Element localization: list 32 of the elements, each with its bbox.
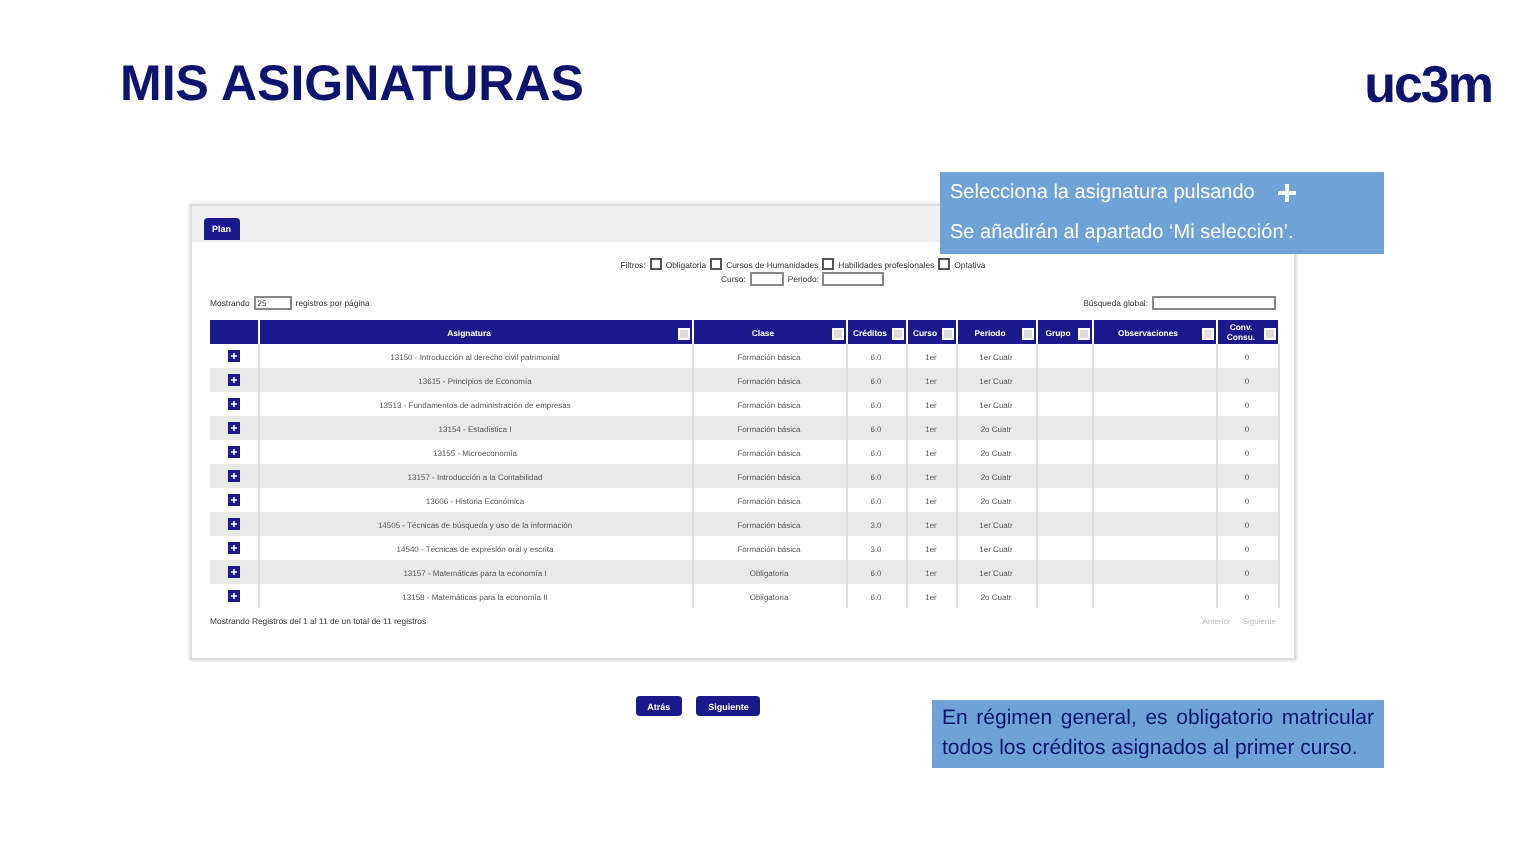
add-button[interactable]: [227, 566, 240, 578]
sort-icon[interactable]: [1077, 328, 1089, 340]
add-button[interactable]: [227, 446, 240, 458]
plus-icon: [1278, 183, 1297, 202]
callout-note: En régimen general, es obligatorio matricular todos los créditos asignados al primer curso.: [932, 700, 1384, 769]
add-button[interactable]: [227, 398, 240, 410]
slide-title: MIS ASIGNATURAS: [120, 55, 584, 113]
search-field[interactable]: [1152, 296, 1276, 310]
add-button[interactable]: [227, 518, 240, 530]
checkbox[interactable]: [649, 258, 662, 270]
sort-icon[interactable]: [891, 328, 903, 340]
add-button[interactable]: [227, 590, 240, 602]
sort-icon[interactable]: [831, 328, 843, 340]
logo: uc3m: [1364, 53, 1492, 115]
callout-text: Selecciona la asignatura pulsando: [950, 181, 1255, 204]
add-button[interactable]: [227, 542, 240, 554]
sort-icon[interactable]: [1201, 328, 1213, 340]
add-button[interactable]: [227, 470, 240, 482]
sort-icon[interactable]: [1263, 328, 1275, 340]
sort-icon[interactable]: [677, 328, 689, 340]
periodo-select[interactable]: [822, 272, 885, 286]
checkbox[interactable]: [822, 258, 835, 270]
sort-icon[interactable]: [1021, 328, 1033, 340]
add-button[interactable]: [227, 374, 240, 386]
checkbox[interactable]: [938, 258, 951, 270]
add-button[interactable]: [227, 422, 240, 434]
callout-text: Se añadirán al apartado ‘Mi selección’.: [950, 222, 1296, 245]
checkbox[interactable]: [710, 258, 723, 270]
add-button[interactable]: [227, 350, 240, 362]
sort-icon[interactable]: [941, 328, 953, 340]
add-button[interactable]: [227, 494, 240, 506]
curso-select[interactable]: [749, 272, 784, 286]
